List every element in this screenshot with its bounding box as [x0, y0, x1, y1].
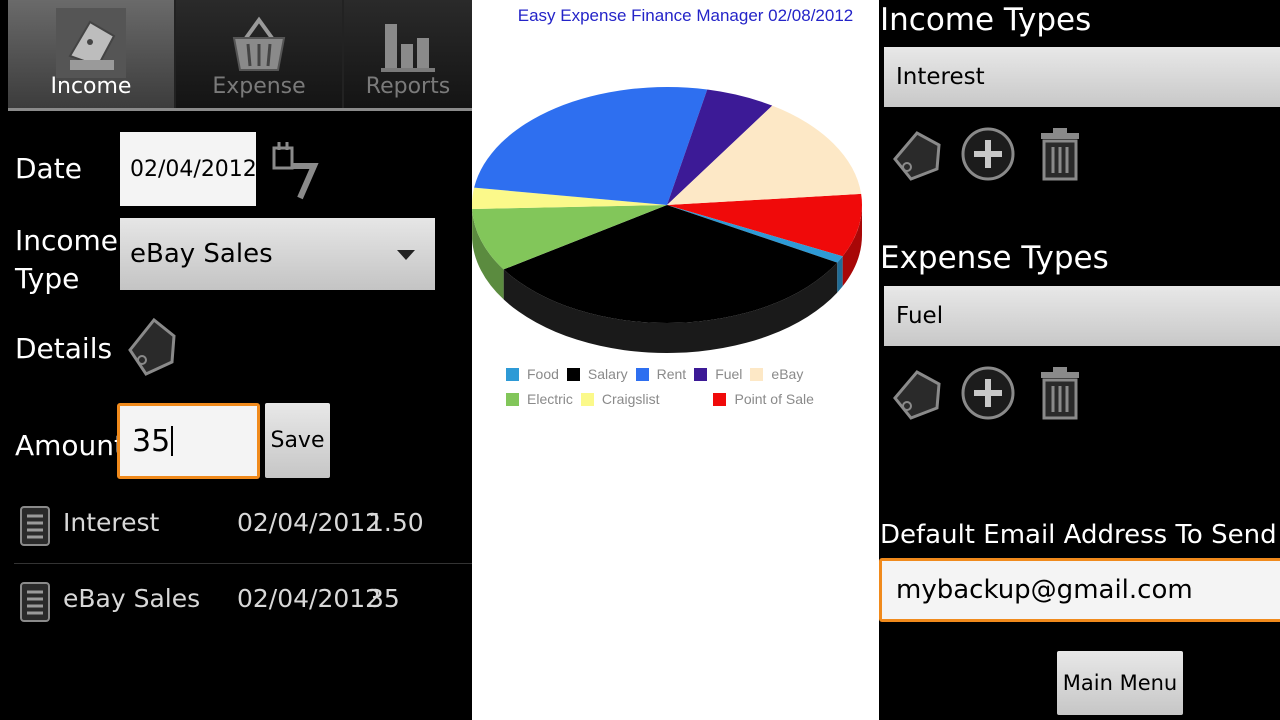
- chart-title: Easy Expense Finance Manager 02/08/2012: [517, 6, 854, 25]
- legend-swatch: [506, 392, 519, 406]
- income-types-heading: Income Types: [880, 2, 1092, 38]
- legend-label: Fuel: [715, 366, 743, 382]
- tag-icon[interactable]: [889, 364, 947, 422]
- tab-income[interactable]: Income: [8, 0, 174, 108]
- email-label: Default Email Address To Send Re: [880, 520, 1280, 550]
- expense-type-actions: [889, 364, 1079, 424]
- add-icon[interactable]: [959, 364, 1017, 422]
- legend-label: Salary: [587, 366, 628, 382]
- tab-divider: [8, 108, 472, 111]
- basket-icon: [232, 16, 286, 71]
- tab-expense[interactable]: Expense: [176, 0, 342, 108]
- bar-chart-icon: [381, 24, 435, 72]
- tab-reports-label: Reports: [365, 74, 451, 99]
- entry-name: Interest: [63, 508, 160, 537]
- document-icon: [20, 506, 50, 546]
- report-chart-screen: Easy Expense Finance Manager 02/08/2012 …: [472, 0, 879, 720]
- expense-types-heading: Expense Types: [880, 240, 1109, 276]
- list-item[interactable]: eBay Sales 02/04/2012 35: [0, 570, 472, 640]
- pie-chart: [472, 86, 862, 353]
- list-item[interactable]: Interest 02/04/2012 1.50: [0, 494, 472, 564]
- legend-label: Food: [527, 366, 559, 382]
- income-type-select[interactable]: eBay Sales: [120, 218, 435, 290]
- legend-item: Fuel: [694, 366, 742, 382]
- pie-slice-rent: [474, 86, 708, 205]
- legend-item: Salary: [566, 366, 628, 382]
- date-input[interactable]: 02/04/2012: [120, 132, 257, 206]
- income-screen: Income Expense Reports Date 02/04/2012 I…: [0, 0, 472, 720]
- legend-label: eBay: [771, 366, 804, 382]
- details-label: Details: [15, 332, 113, 365]
- tag-icon[interactable]: [124, 314, 180, 378]
- email-input[interactable]: mybackup@gmail.com: [879, 558, 1280, 622]
- income-type-actions: [889, 125, 1079, 185]
- legend-item: Craigslist: [580, 391, 660, 407]
- date-label: Date: [15, 152, 82, 185]
- pie-slice-side-food: [837, 256, 843, 293]
- entry-amount: 1.50: [368, 508, 424, 537]
- amount-input[interactable]: 35: [117, 403, 260, 479]
- income-types-select[interactable]: Interest: [884, 47, 1280, 107]
- main-menu-button[interactable]: Main Menu: [1057, 651, 1183, 715]
- dropdown-arrow-icon: [397, 250, 415, 260]
- trash-icon[interactable]: [1031, 125, 1089, 183]
- legend-item: Food: [506, 366, 559, 382]
- income-type-value: eBay Sales: [130, 239, 273, 269]
- legend-swatch: [713, 392, 727, 406]
- entry-date: 02/04/2012: [237, 508, 382, 537]
- expense-types-select[interactable]: Fuel: [884, 286, 1280, 346]
- legend-swatch: [566, 367, 580, 381]
- amount-value: 35: [132, 423, 171, 459]
- chart-legend: Food Salary Rent Fuel eBay Electric Craigslist…: [506, 366, 876, 416]
- tab-income-label: Income: [50, 74, 132, 99]
- save-button[interactable]: Save: [265, 403, 330, 478]
- document-icon: [20, 582, 50, 622]
- tab-bar: Income Expense Reports: [8, 0, 472, 110]
- legend-swatch: [580, 392, 594, 406]
- legend-swatch: [750, 367, 764, 381]
- settings-screen: Income Types Interest Expense Types Fuel: [879, 0, 1280, 720]
- legend-label: Point of Sale: [734, 391, 814, 407]
- trash-icon[interactable]: [1031, 364, 1089, 422]
- tab-reports[interactable]: Reports: [344, 0, 472, 108]
- add-icon[interactable]: [959, 125, 1017, 183]
- income-type-label-line1: Income: [15, 224, 119, 257]
- legend-swatch: [506, 367, 519, 381]
- income-type-label-line2: Type: [15, 262, 80, 295]
- legend-item: eBay: [750, 366, 803, 382]
- legend-swatch: [694, 367, 708, 381]
- legend-label: Craigslist: [601, 391, 660, 407]
- legend-label: Electric: [527, 391, 573, 407]
- tag-icon[interactable]: [889, 125, 947, 183]
- wallet-icon: [56, 8, 126, 78]
- legend-item: Electric: [506, 391, 573, 407]
- legend-label: Rent: [656, 366, 687, 382]
- entry-name: eBay Sales: [63, 584, 201, 613]
- tab-expense-label: Expense: [212, 74, 306, 99]
- calendar-icon[interactable]: [270, 136, 320, 202]
- list-divider: [14, 563, 472, 564]
- legend-swatch: [635, 367, 649, 381]
- amount-label: Amount: [15, 429, 126, 462]
- text-cursor: [171, 426, 174, 456]
- entry-date: 02/04/2012: [237, 584, 382, 613]
- legend-item: Point of Sale: [713, 391, 814, 407]
- legend-item: Rent: [635, 366, 687, 382]
- entry-amount: 35: [368, 584, 400, 613]
